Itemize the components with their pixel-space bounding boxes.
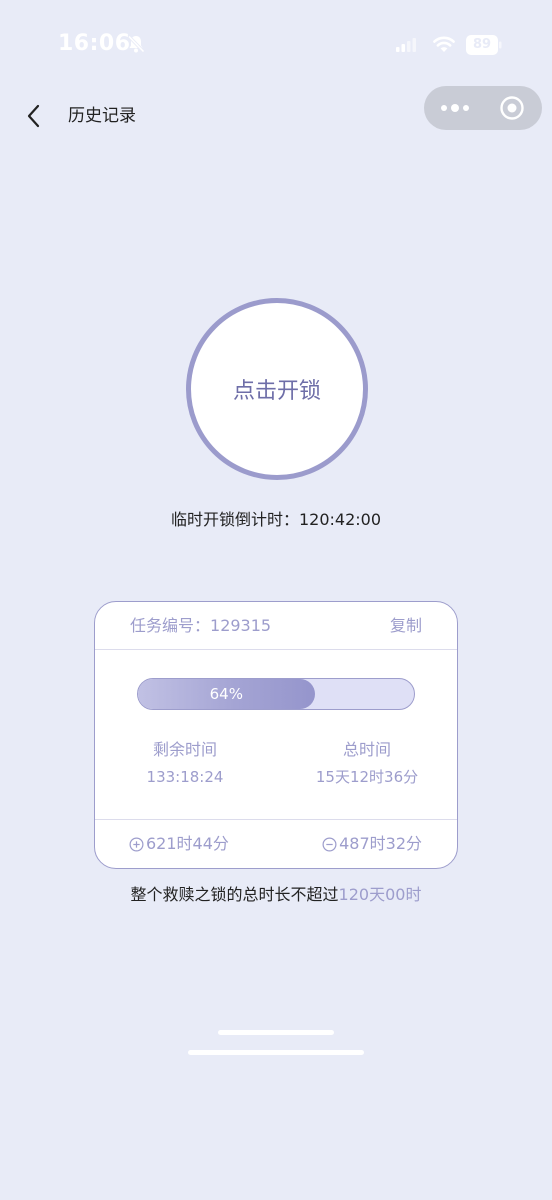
added-time: 621时44分 [129,832,229,856]
task-card: 任务编号：129315 复制 64% 剩余时间 133:18:24 总时间 15… [94,601,458,869]
task-id-label: 任务编号： [130,616,211,635]
remaining-time-value: 133:18:24 [146,768,224,786]
task-id: 任务编号：129315 [130,614,271,638]
countdown-value: 120:42:00 [298,510,382,529]
more-dots-icon[interactable] [438,96,472,120]
home-indicator [188,1050,364,1055]
plus-circle-icon [129,837,144,851]
bell-slash-icon [127,35,145,53]
battery-level: 89 [472,37,492,52]
progress-label: 64% [209,685,243,703]
countdown-label: 临时开锁倒计时： [170,510,299,529]
status-bar: 16:06 89 [0,0,552,90]
task-card-header: 任务编号：129315 复制 [95,602,457,650]
status-time: 16:06 [58,31,131,56]
home-indicator-upper [218,1030,334,1035]
task-id-value: 129315 [210,616,272,635]
limit-note-text: 整个救赎之锁的总时长不超过 [130,885,339,904]
signal-icon [396,38,416,52]
total-time-value: 15天12时36分 [315,768,419,786]
chevron-left-icon[interactable] [22,102,48,130]
total-time-label: 总时间 [342,740,391,759]
total-limit-note: 整个救赎之锁的总时长不超过120天00时 [0,882,552,908]
progress-bar: 64% [137,678,415,710]
minus-circle-icon [322,837,337,851]
limit-note-value: 120天00时 [338,885,422,904]
unlock-button[interactable]: 点击开锁 [186,298,368,480]
task-card-footer: 621时44分 487时32分 [95,819,457,868]
remaining-time-label: 剩余时间 [152,740,217,759]
added-time-value: 621时44分 [146,834,229,853]
total-time-stat: 总时间 15天12时36分 [277,738,457,788]
reduced-time: 487时32分 [322,832,422,856]
wifi-icon [433,36,455,52]
close-circle-icon[interactable] [498,94,526,122]
reduced-time-value: 487时32分 [339,834,422,853]
unlock-countdown: 临时开锁倒计时：120:42:00 [0,508,552,532]
copy-button[interactable]: 复制 [390,614,422,638]
page-title: 历史记录 [68,106,136,126]
remaining-time-stat: 剩余时间 133:18:24 [95,738,275,788]
unlock-button-label: 点击开锁 [232,379,321,404]
